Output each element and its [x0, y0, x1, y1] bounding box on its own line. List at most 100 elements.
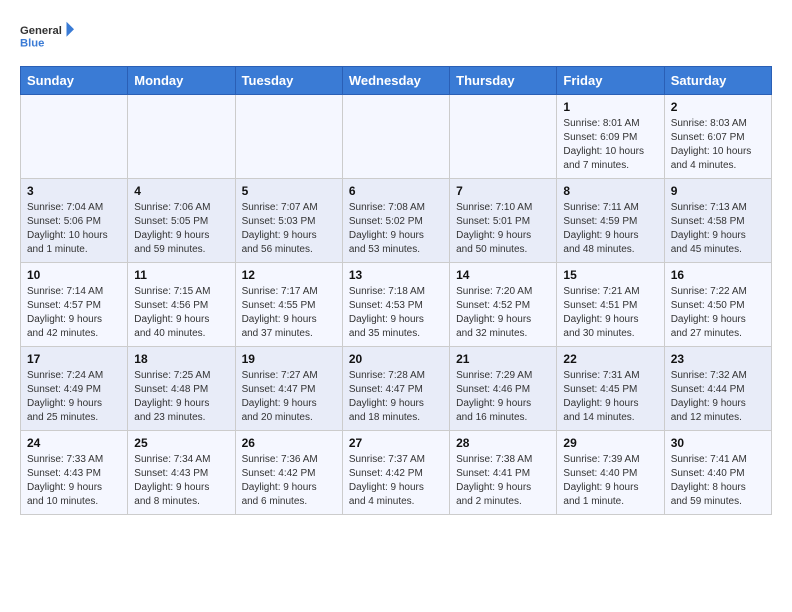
day-info: Sunrise: 7:21 AM Sunset: 4:51 PM Dayligh… [563, 285, 657, 341]
calendar-cell: 3Sunrise: 7:04 AM Sunset: 5:06 PM Daylig… [21, 179, 128, 263]
calendar-cell: 14 Sunrise: 7:20 AM Sunset: 4:52 PM Dayli… [450, 263, 557, 347]
day-number: 2 [671, 100, 765, 114]
week-row-1: 1Sunrise: 8:01 AM Sunset: 6:09 PM Daylig… [21, 95, 772, 179]
calendar-cell: 9Sunrise: 7:13 AM Sunset: 4:58 PM Daylig… [664, 179, 771, 263]
calendar-cell [450, 95, 557, 179]
calendar-cell: 28 Sunrise: 7:38 AM Sunset: 4:41 PM Dayli… [450, 431, 557, 515]
day-info: Sunrise: 7:11 AM Sunset: 4:59 PM Dayligh… [563, 201, 657, 257]
day-info: Sunrise: 7:28 AM Sunset: 4:47 PM Dayligh… [349, 369, 443, 425]
day-number: 25 [134, 436, 228, 450]
day-number: 16 [671, 268, 765, 282]
day-info: Sunrise: 7:36 AM Sunset: 4:42 PM Dayligh… [242, 453, 336, 509]
day-info: Sunrise: 8:03 AM Sunset: 6:07 PM Dayligh… [671, 117, 765, 173]
day-number: 17 [27, 352, 121, 366]
day-number: 8 [563, 184, 657, 198]
calendar-cell: 27Sunrise: 7:37 AM Sunset: 4:42 PM Dayli… [342, 431, 449, 515]
svg-text:General: General [20, 25, 62, 37]
day-number: 20 [349, 352, 443, 366]
generalblue-logo-icon: General Blue [20, 16, 80, 56]
calendar-cell: 11Sunrise: 7:15 AM Sunset: 4:56 PM Dayli… [128, 263, 235, 347]
day-number: 28 [456, 436, 550, 450]
calendar-cell: 25 Sunrise: 7:34 AM Sunset: 4:43 PM Dayli… [128, 431, 235, 515]
calendar-cell: 4Sunrise: 7:06 AM Sunset: 5:05 PM Daylig… [128, 179, 235, 263]
day-number: 7 [456, 184, 550, 198]
day-number: 11 [134, 268, 228, 282]
day-info: Sunrise: 7:22 AM Sunset: 4:50 PM Dayligh… [671, 285, 765, 341]
calendar-cell: 7 Sunrise: 7:10 AM Sunset: 5:01 PM Daylig… [450, 179, 557, 263]
calendar-cell [235, 95, 342, 179]
calendar-cell: 29Sunrise: 7:39 AM Sunset: 4:40 PM Dayli… [557, 431, 664, 515]
day-info: Sunrise: 7:08 AM Sunset: 5:02 PM Dayligh… [349, 201, 443, 257]
day-info: Sunrise: 7:20 AM Sunset: 4:52 PM Dayligh… [456, 285, 550, 341]
weekday-header-monday: Monday [128, 67, 235, 95]
week-row-2: 3Sunrise: 7:04 AM Sunset: 5:06 PM Daylig… [21, 179, 772, 263]
day-number: 30 [671, 436, 765, 450]
day-info: Sunrise: 8:01 AM Sunset: 6:09 PM Dayligh… [563, 117, 657, 173]
day-info: Sunrise: 7:38 AM Sunset: 4:41 PM Dayligh… [456, 453, 550, 509]
day-number: 24 [27, 436, 121, 450]
day-number: 14 [456, 268, 550, 282]
calendar-cell: 6 Sunrise: 7:08 AM Sunset: 5:02 PM Daylig… [342, 179, 449, 263]
day-info: Sunrise: 7:32 AM Sunset: 4:44 PM Dayligh… [671, 369, 765, 425]
day-info: Sunrise: 7:27 AM Sunset: 4:47 PM Dayligh… [242, 369, 336, 425]
calendar-cell: 19 Sunrise: 7:27 AM Sunset: 4:47 PM Dayli… [235, 347, 342, 431]
day-number: 10 [27, 268, 121, 282]
header: General Blue [20, 16, 772, 56]
weekday-header-row: SundayMondayTuesdayWednesdayThursdayFrid… [21, 67, 772, 95]
week-row-3: 10 Sunrise: 7:14 AM Sunset: 4:57 PM Dayli… [21, 263, 772, 347]
calendar-cell: 12Sunrise: 7:17 AM Sunset: 4:55 PM Dayli… [235, 263, 342, 347]
calendar-cell: 8 Sunrise: 7:11 AM Sunset: 4:59 PM Daylig… [557, 179, 664, 263]
calendar-cell: 5 Sunrise: 7:07 AM Sunset: 5:03 PM Daylig… [235, 179, 342, 263]
day-number: 29 [563, 436, 657, 450]
day-info: Sunrise: 7:06 AM Sunset: 5:05 PM Dayligh… [134, 201, 228, 257]
calendar-cell [128, 95, 235, 179]
weekday-header-saturday: Saturday [664, 67, 771, 95]
calendar-cell: 2 Sunrise: 8:03 AM Sunset: 6:07 PM Daylig… [664, 95, 771, 179]
weekday-header-thursday: Thursday [450, 67, 557, 95]
week-row-5: 24 Sunrise: 7:33 AM Sunset: 4:43 PM Dayli… [21, 431, 772, 515]
day-number: 6 [349, 184, 443, 198]
day-number: 5 [242, 184, 336, 198]
calendar-cell: 18Sunrise: 7:25 AM Sunset: 4:48 PM Dayli… [128, 347, 235, 431]
day-info: Sunrise: 7:34 AM Sunset: 4:43 PM Dayligh… [134, 453, 228, 509]
day-info: Sunrise: 7:14 AM Sunset: 4:57 PM Dayligh… [27, 285, 121, 341]
calendar-cell: 23 Sunrise: 7:32 AM Sunset: 4:44 PM Dayli… [664, 347, 771, 431]
logo: General Blue [20, 16, 80, 56]
day-number: 3 [27, 184, 121, 198]
weekday-header-sunday: Sunday [21, 67, 128, 95]
day-number: 22 [563, 352, 657, 366]
calendar-cell: 20 Sunrise: 7:28 AM Sunset: 4:47 PM Dayli… [342, 347, 449, 431]
calendar-cell: 30Sunrise: 7:41 AM Sunset: 4:40 PM Dayli… [664, 431, 771, 515]
day-info: Sunrise: 7:37 AM Sunset: 4:42 PM Dayligh… [349, 453, 443, 509]
calendar-cell: 21 Sunrise: 7:29 AM Sunset: 4:46 PM Dayli… [450, 347, 557, 431]
calendar-cell [21, 95, 128, 179]
svg-text:Blue: Blue [20, 38, 44, 50]
calendar-cell: 1Sunrise: 8:01 AM Sunset: 6:09 PM Daylig… [557, 95, 664, 179]
calendar-cell: 15 Sunrise: 7:21 AM Sunset: 4:51 PM Dayli… [557, 263, 664, 347]
day-info: Sunrise: 7:24 AM Sunset: 4:49 PM Dayligh… [27, 369, 121, 425]
day-number: 18 [134, 352, 228, 366]
day-info: Sunrise: 7:29 AM Sunset: 4:46 PM Dayligh… [456, 369, 550, 425]
day-number: 21 [456, 352, 550, 366]
calendar-page: General Blue SundayMondayTuesdayWednesda… [0, 0, 792, 525]
day-number: 12 [242, 268, 336, 282]
day-info: Sunrise: 7:33 AM Sunset: 4:43 PM Dayligh… [27, 453, 121, 509]
day-number: 23 [671, 352, 765, 366]
day-info: Sunrise: 7:31 AM Sunset: 4:45 PM Dayligh… [563, 369, 657, 425]
day-number: 26 [242, 436, 336, 450]
calendar-cell: 26 Sunrise: 7:36 AM Sunset: 4:42 PM Dayli… [235, 431, 342, 515]
weekday-header-tuesday: Tuesday [235, 67, 342, 95]
calendar-cell [342, 95, 449, 179]
calendar-cell: 10 Sunrise: 7:14 AM Sunset: 4:57 PM Dayli… [21, 263, 128, 347]
calendar-table: SundayMondayTuesdayWednesdayThursdayFrid… [20, 66, 772, 515]
day-number: 9 [671, 184, 765, 198]
calendar-cell: 17 Sunrise: 7:24 AM Sunset: 4:49 PM Dayli… [21, 347, 128, 431]
calendar-cell: 13Sunrise: 7:18 AM Sunset: 4:53 PM Dayli… [342, 263, 449, 347]
day-info: Sunrise: 7:07 AM Sunset: 5:03 PM Dayligh… [242, 201, 336, 257]
calendar-cell: 16 Sunrise: 7:22 AM Sunset: 4:50 PM Dayli… [664, 263, 771, 347]
calendar-cell: 22 Sunrise: 7:31 AM Sunset: 4:45 PM Dayli… [557, 347, 664, 431]
day-info: Sunrise: 7:10 AM Sunset: 5:01 PM Dayligh… [456, 201, 550, 257]
day-number: 15 [563, 268, 657, 282]
day-number: 19 [242, 352, 336, 366]
weekday-header-wednesday: Wednesday [342, 67, 449, 95]
